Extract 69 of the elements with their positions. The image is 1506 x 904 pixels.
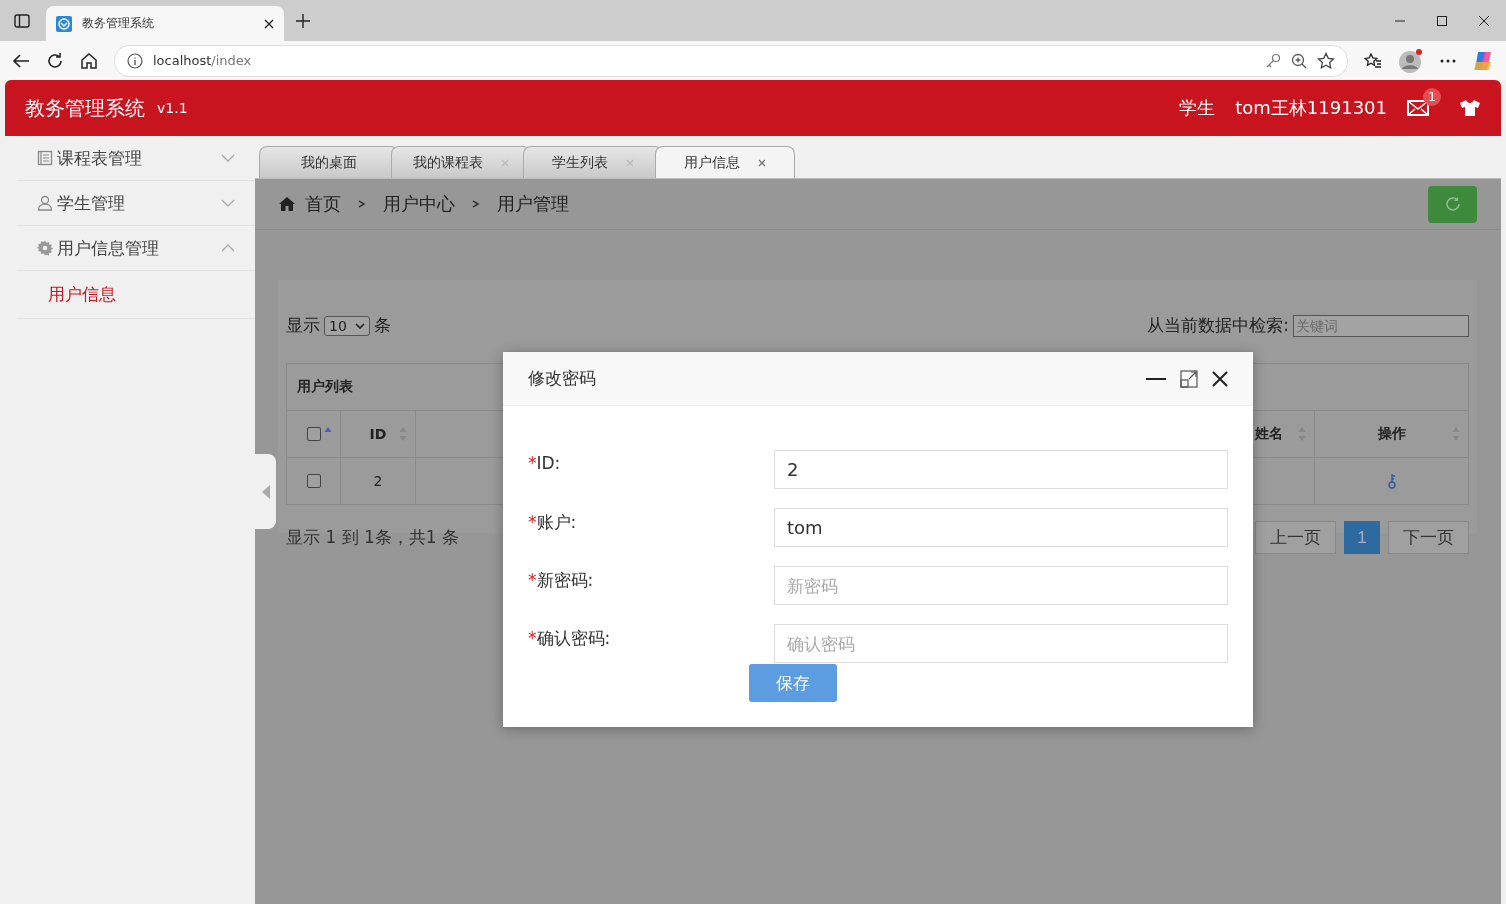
- back-arrow-icon[interactable]: [12, 52, 30, 69]
- collapse-handle[interactable]: [255, 454, 276, 529]
- gear-icon: [37, 240, 53, 256]
- field-label: *新密码:: [528, 569, 595, 592]
- reload-icon[interactable]: [46, 51, 64, 70]
- table-summary: 显示 1 到 1条，共1 条: [286, 526, 460, 549]
- breadcrumb-item[interactable]: 用户管理: [497, 192, 569, 216]
- select-all-checkbox[interactable]: [306, 427, 321, 441]
- copilot-icon[interactable]: [1472, 49, 1494, 72]
- browser-tab[interactable]: 教务管理系统: [46, 6, 284, 41]
- chevron-down-icon: [221, 154, 235, 162]
- page-tab[interactable]: 用户信息: [655, 146, 795, 178]
- unit-label: 条: [373, 314, 391, 337]
- search-label: 从当前数据中检索:: [1147, 314, 1289, 337]
- home-icon[interactable]: [80, 51, 98, 70]
- separator-icon: [471, 199, 481, 209]
- breadcrumb-item[interactable]: 首页: [305, 192, 341, 216]
- chevron-down-icon: [221, 199, 235, 207]
- address-bar[interactable]: localhost/index: [114, 44, 1348, 77]
- chevron-up-icon: [221, 244, 235, 252]
- new-tab-icon[interactable]: [296, 13, 310, 28]
- home-icon: [279, 197, 295, 211]
- profile-avatar-icon[interactable]: [1398, 47, 1424, 74]
- close-icon[interactable]: [264, 18, 274, 29]
- sidebar-toggle-icon[interactable]: [14, 12, 30, 29]
- close-icon[interactable]: [1478, 14, 1490, 27]
- star-icon[interactable]: [1317, 51, 1335, 70]
- zoom-in-icon[interactable]: [1291, 52, 1307, 69]
- input-field[interactable]: tom: [774, 508, 1228, 547]
- input-field[interactable]: 新密码: [774, 566, 1228, 605]
- user-name: tom王林1191301: [1235, 96, 1387, 120]
- caret-icon: [354, 322, 365, 329]
- key-icon[interactable]: [1265, 52, 1281, 69]
- separator-icon: [357, 199, 367, 209]
- app-title: 教务管理系统: [25, 94, 145, 122]
- table-cell: 2: [373, 473, 383, 489]
- more-icon[interactable]: [1440, 58, 1456, 63]
- user-role: 学生: [1179, 96, 1216, 120]
- input-field[interactable]: 确认密码: [774, 624, 1228, 663]
- maximize-icon[interactable]: [1180, 369, 1198, 388]
- column-header[interactable]: 操作: [1377, 425, 1406, 443]
- dialog-title: 修改密码: [528, 367, 596, 390]
- info-icon[interactable]: [127, 52, 143, 69]
- refresh-icon: [1444, 196, 1461, 212]
- key-icon[interactable]: [1387, 473, 1396, 489]
- message-count-badge: 1: [1423, 88, 1441, 106]
- page-size-select[interactable]: 10: [324, 315, 370, 336]
- user-icon: [37, 195, 53, 211]
- minimize-icon[interactable]: [1146, 376, 1166, 381]
- column-header[interactable]: ID: [369, 426, 387, 442]
- maximize-icon[interactable]: [1436, 14, 1448, 27]
- row-checkbox[interactable]: [306, 474, 321, 488]
- field-label: *确认密码:: [528, 627, 612, 650]
- mail-icon[interactable]: [1407, 100, 1429, 116]
- next-page-button[interactable]: 下一页: [1388, 521, 1469, 554]
- version-label: v1.1: [157, 100, 188, 116]
- show-label: 显示: [286, 314, 320, 337]
- column-header[interactable]: 姓名: [1255, 425, 1283, 443]
- field-label: *账户:: [528, 511, 578, 534]
- breadcrumb-item[interactable]: 用户中心: [383, 192, 455, 216]
- book-icon: [37, 150, 53, 166]
- caret-left-icon: [261, 484, 270, 499]
- close-icon[interactable]: [1212, 370, 1228, 387]
- favorites-icon[interactable]: [1364, 51, 1382, 70]
- input-field[interactable]: 2: [774, 450, 1228, 489]
- field-label: *ID:: [528, 452, 562, 473]
- shirt-icon[interactable]: [1459, 99, 1481, 117]
- site-favicon-icon: [56, 15, 72, 32]
- prev-page-button[interactable]: 上一页: [1255, 521, 1336, 554]
